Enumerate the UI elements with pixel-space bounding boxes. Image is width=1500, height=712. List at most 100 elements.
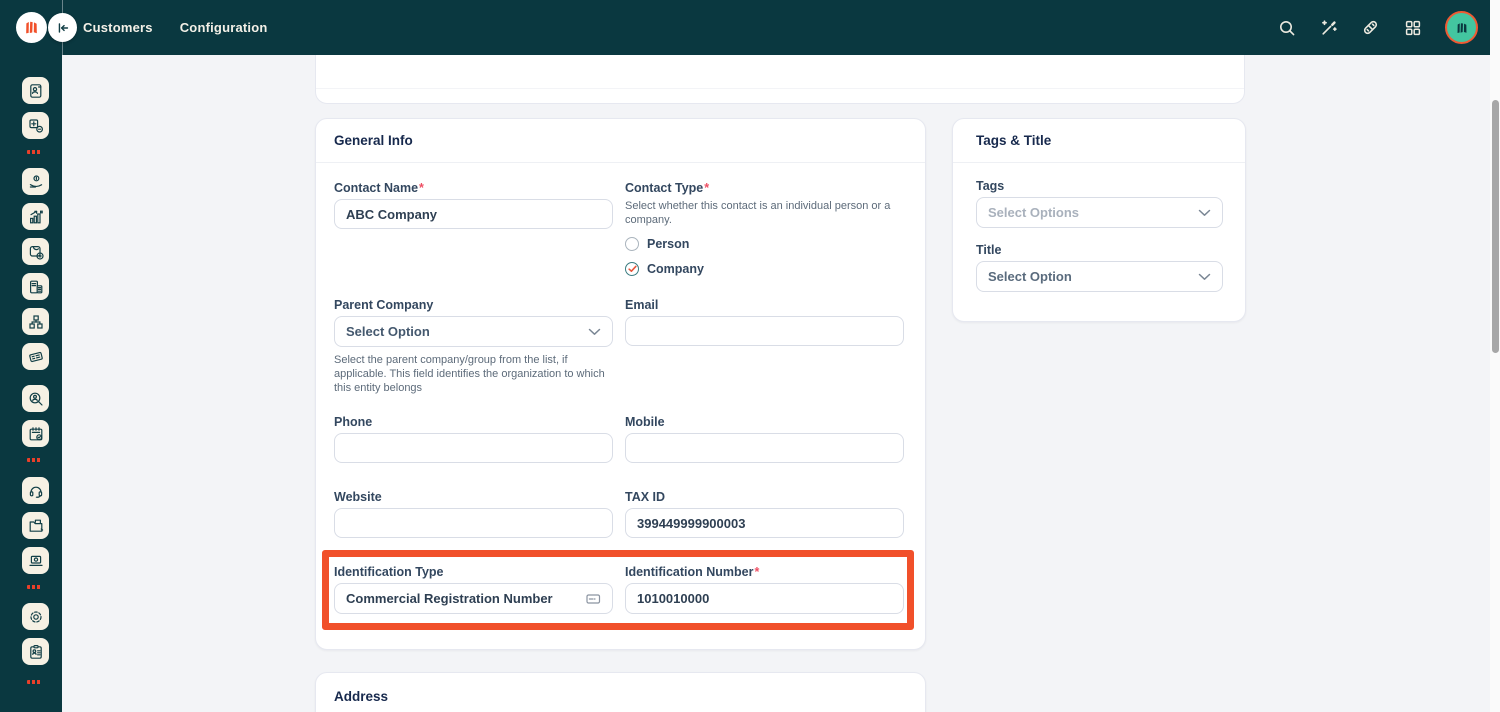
scrollbar-track[interactable] [1490, 0, 1500, 712]
collapse-sidebar-button[interactable] [48, 13, 77, 42]
title-placeholder: Select Option [988, 269, 1072, 284]
tags-label: Tags [976, 179, 1223, 194]
title-label: Title [976, 243, 1223, 258]
parent-company-helper: Select the parent company/group from the… [334, 353, 613, 395]
nav-configuration[interactable]: Configuration [180, 20, 268, 35]
contact-type-label: Contact Type* [625, 181, 904, 196]
field-type-icon [586, 593, 601, 605]
top-bar: Customers Configuration [0, 0, 1500, 55]
contact-type-field: Contact Type* Select whether this contac… [625, 181, 904, 276]
general-info-header: General Info [316, 119, 925, 163]
avatar-brand-mark-icon [1454, 20, 1470, 36]
phone-input[interactable] [334, 433, 613, 463]
sidebar-item-pos-register[interactable] [22, 112, 49, 139]
tax-id-label: TAX ID [625, 490, 904, 505]
general-info-card: General Info Contact Name* Contact Type*… [315, 118, 926, 650]
chevron-down-icon [588, 328, 601, 336]
email-input[interactable] [625, 316, 904, 346]
sidebar-item-headset[interactable] [22, 477, 49, 504]
parent-company-value: Select Option [346, 324, 430, 339]
mobile-input[interactable] [625, 433, 904, 463]
tags-field: Tags Select Options [976, 179, 1223, 228]
chevron-down-icon [1198, 273, 1211, 281]
parent-company-select[interactable]: Select Option [334, 316, 613, 347]
mobile-label: Mobile [625, 415, 904, 430]
scrollbar-thumb[interactable] [1492, 100, 1499, 353]
sidebar-item-scale-add[interactable] [22, 238, 49, 265]
sidebar-divider [27, 458, 41, 462]
tags-title-card: Tags & Title Tags Select Options Title S… [952, 118, 1246, 322]
email-field: Email [625, 298, 904, 346]
radio-company-label: Company [647, 262, 704, 276]
website-field: Website [334, 490, 613, 538]
sidebar-item-calculator-pen[interactable] [22, 343, 49, 370]
sidebar-item-folder-document[interactable] [22, 512, 49, 539]
sidebar-item-hand-coin[interactable] [22, 168, 49, 195]
tax-id-field: TAX ID [625, 490, 904, 538]
contact-name-input[interactable] [334, 199, 613, 229]
identification-number-input[interactable] [625, 583, 904, 614]
identification-type-value: Commercial Registration Number [346, 591, 553, 606]
contact-name-label: Contact Name* [334, 181, 613, 196]
phone-field: Phone [334, 415, 613, 463]
required-asterisk: * [419, 181, 424, 195]
website-label: Website [334, 490, 613, 505]
tags-select[interactable]: Select Options [976, 197, 1223, 228]
sidebar-item-laptop[interactable] [22, 547, 49, 574]
radio-company[interactable]: Company [625, 262, 904, 276]
tags-placeholder: Select Options [988, 205, 1079, 220]
address-card: Address [315, 672, 926, 712]
sidebar-item-person-search[interactable] [22, 385, 49, 412]
parent-company-label: Parent Company [334, 298, 613, 313]
phone-label: Phone [334, 415, 613, 430]
contact-name-field: Contact Name* [334, 181, 613, 229]
chevron-down-icon [1198, 209, 1211, 217]
tags-title-header: Tags & Title [953, 119, 1245, 163]
collapse-arrow-icon [55, 20, 71, 36]
radio-checked-icon [625, 262, 639, 276]
sidebar-item-linked-boxes[interactable] [22, 308, 49, 335]
sidebar-item-contacts[interactable] [22, 77, 49, 104]
topbar-actions [1277, 0, 1478, 55]
search-icon[interactable] [1277, 18, 1296, 37]
app-window: Customers Configuration [0, 0, 1500, 712]
user-avatar[interactable] [1445, 11, 1478, 44]
brand-mark-icon [22, 18, 41, 37]
apps-grid-icon[interactable] [1403, 18, 1422, 37]
required-asterisk: * [704, 181, 709, 195]
sidebar-item-calendar-check[interactable] [22, 420, 49, 447]
parent-company-field: Parent Company Select Option Select the … [334, 298, 613, 395]
identification-type-label: Identification Type [334, 565, 613, 580]
previous-section-card [315, 55, 1245, 104]
mobile-field: Mobile [625, 415, 904, 463]
title-field: Title Select Option [976, 243, 1223, 292]
identification-type-field: Identification Type Commercial Registrat… [334, 565, 613, 614]
radio-person[interactable]: Person [625, 237, 904, 251]
sidebar-item-clipboard-calculator[interactable] [22, 273, 49, 300]
tags-title-card-title: Tags & Title [976, 133, 1051, 148]
card-divider [316, 88, 1244, 89]
sidebar-divider [27, 680, 41, 684]
sidebar-item-settings[interactable] [22, 603, 49, 630]
title-select[interactable]: Select Option [976, 261, 1223, 292]
website-input[interactable] [334, 508, 613, 538]
top-navigation: Customers Configuration [83, 0, 268, 55]
nav-customers[interactable]: Customers [83, 20, 153, 35]
magic-wand-icon[interactable] [1319, 18, 1338, 37]
sidebar-divider [27, 585, 41, 589]
sidebar-item-growth-chart[interactable] [22, 203, 49, 230]
identification-type-select[interactable]: Commercial Registration Number [334, 583, 613, 614]
sidebar [0, 55, 62, 712]
sidebar-item-clipboard-person[interactable] [22, 638, 49, 665]
address-title: Address [334, 689, 388, 704]
identification-number-field: Identification Number* [625, 565, 904, 614]
radio-circle-icon [625, 237, 639, 251]
tax-id-input[interactable] [625, 508, 904, 538]
contact-type-helper: Select whether this contact is an indivi… [625, 199, 904, 227]
radio-person-label: Person [647, 237, 689, 251]
required-asterisk: * [754, 565, 759, 579]
app-logo[interactable] [16, 12, 47, 43]
email-label: Email [625, 298, 904, 313]
sidebar-divider [27, 150, 41, 154]
attachment-icon[interactable] [1361, 18, 1380, 37]
